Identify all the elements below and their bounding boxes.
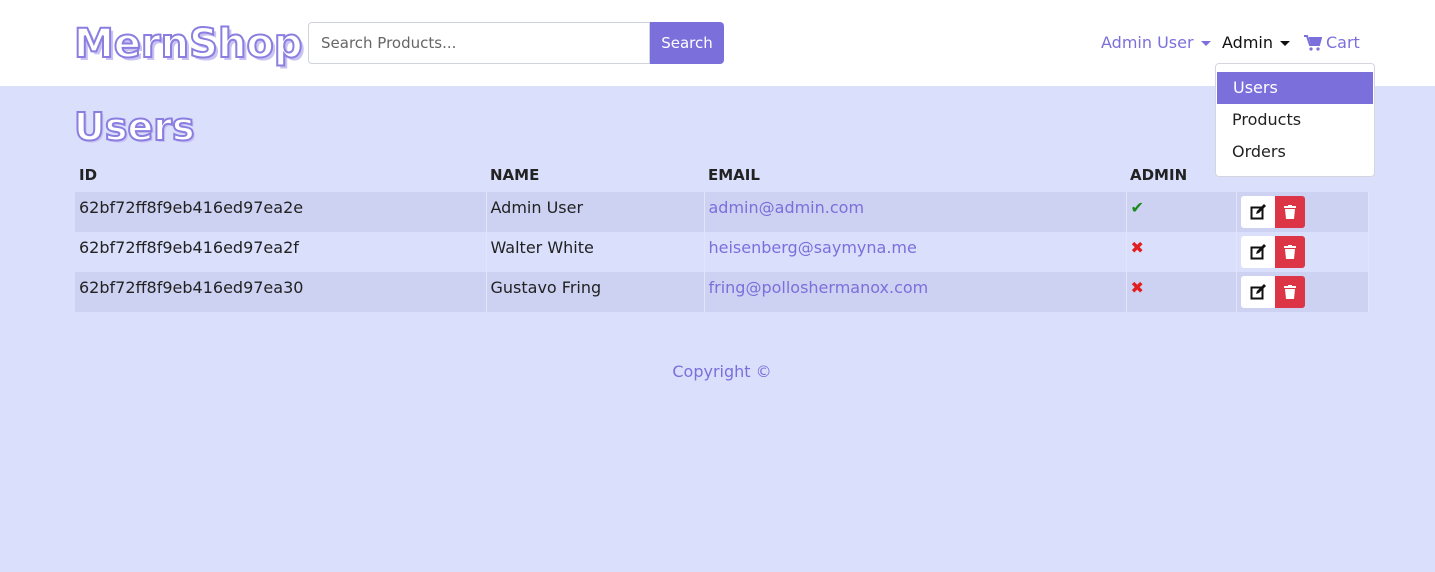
- edit-icon: [1250, 204, 1266, 220]
- dropdown-item-products[interactable]: Products: [1216, 104, 1374, 136]
- page-title: Users: [73, 104, 196, 150]
- user-email-link[interactable]: heisenberg@saymyna.me: [709, 238, 917, 257]
- search-input[interactable]: [308, 22, 650, 64]
- user-name: Gustavo Fring: [486, 272, 705, 312]
- edit-user-button[interactable]: [1240, 236, 1275, 268]
- cart-link[interactable]: Cart: [1304, 32, 1360, 54]
- user-email-link[interactable]: admin@admin.com: [709, 198, 865, 217]
- admin-menu-label: Admin: [1222, 33, 1273, 52]
- column-header-admin: ADMIN: [1130, 166, 1188, 184]
- user-id: 62bf72ff8f9eb416ed97ea30: [75, 272, 487, 312]
- email-cell: admin@admin.com: [704, 192, 1127, 232]
- user-id: 62bf72ff8f9eb416ed97ea2e: [75, 192, 487, 232]
- users-table: ID NAME EMAIL ADMIN 62bf72ff8f9eb416ed97…: [75, 158, 1369, 312]
- user-name: Walter White: [486, 232, 705, 272]
- actions-cell: [1236, 192, 1369, 232]
- trash-icon: [1283, 205, 1296, 219]
- cart-label: Cart: [1326, 33, 1360, 52]
- user-menu-label: Admin User: [1101, 33, 1194, 52]
- cross-icon: ✖: [1130, 278, 1144, 297]
- copyright-text: Copyright ©: [672, 362, 772, 381]
- brand-logo[interactable]: MernShop: [73, 20, 304, 68]
- edit-icon: [1250, 244, 1266, 260]
- trash-icon: [1283, 285, 1296, 299]
- caret-down-icon: [1280, 40, 1290, 46]
- admin-cell: ✖: [1126, 232, 1237, 272]
- table-row: 62bf72ff8f9eb416ed97ea30 Gustavo Fring f…: [75, 272, 1369, 312]
- caret-down-icon: [1200, 40, 1211, 46]
- column-header-email: EMAIL: [708, 166, 760, 184]
- email-cell: heisenberg@saymyna.me: [704, 232, 1127, 272]
- footer: Copyright ©: [0, 362, 1435, 381]
- table-header-row: ID NAME EMAIL ADMIN: [75, 158, 1369, 192]
- user-id: 62bf72ff8f9eb416ed97ea2f: [75, 232, 487, 272]
- table-row: 62bf72ff8f9eb416ed97ea2f Walter White he…: [75, 232, 1369, 272]
- column-header-name: NAME: [490, 166, 540, 184]
- column-header-actions: [1236, 158, 1369, 192]
- user-email-link[interactable]: fring@polloshermanox.com: [709, 278, 929, 297]
- cross-icon: ✖: [1130, 238, 1144, 257]
- user-menu-toggle[interactable]: Admin User: [1101, 32, 1211, 54]
- search-button[interactable]: Search: [650, 22, 724, 64]
- check-icon: ✔: [1130, 198, 1144, 217]
- admin-menu-toggle[interactable]: Admin: [1222, 32, 1290, 54]
- table-row: 62bf72ff8f9eb416ed97ea2e Admin User admi…: [75, 192, 1369, 232]
- email-cell: fring@polloshermanox.com: [704, 272, 1127, 312]
- dropdown-item-users[interactable]: Users: [1217, 72, 1373, 104]
- trash-icon: [1283, 245, 1296, 259]
- cart-icon: [1304, 35, 1322, 51]
- actions-cell: [1236, 232, 1369, 272]
- delete-user-button[interactable]: [1274, 196, 1305, 228]
- delete-user-button[interactable]: [1274, 236, 1305, 268]
- edit-user-button[interactable]: [1240, 196, 1275, 228]
- column-header-id: ID: [79, 166, 98, 184]
- user-name: Admin User: [486, 192, 705, 232]
- edit-user-button[interactable]: [1240, 276, 1275, 308]
- delete-user-button[interactable]: [1274, 276, 1305, 308]
- admin-cell: ✔: [1126, 192, 1237, 232]
- admin-cell: ✖: [1126, 272, 1237, 312]
- actions-cell: [1236, 272, 1369, 312]
- edit-icon: [1250, 284, 1266, 300]
